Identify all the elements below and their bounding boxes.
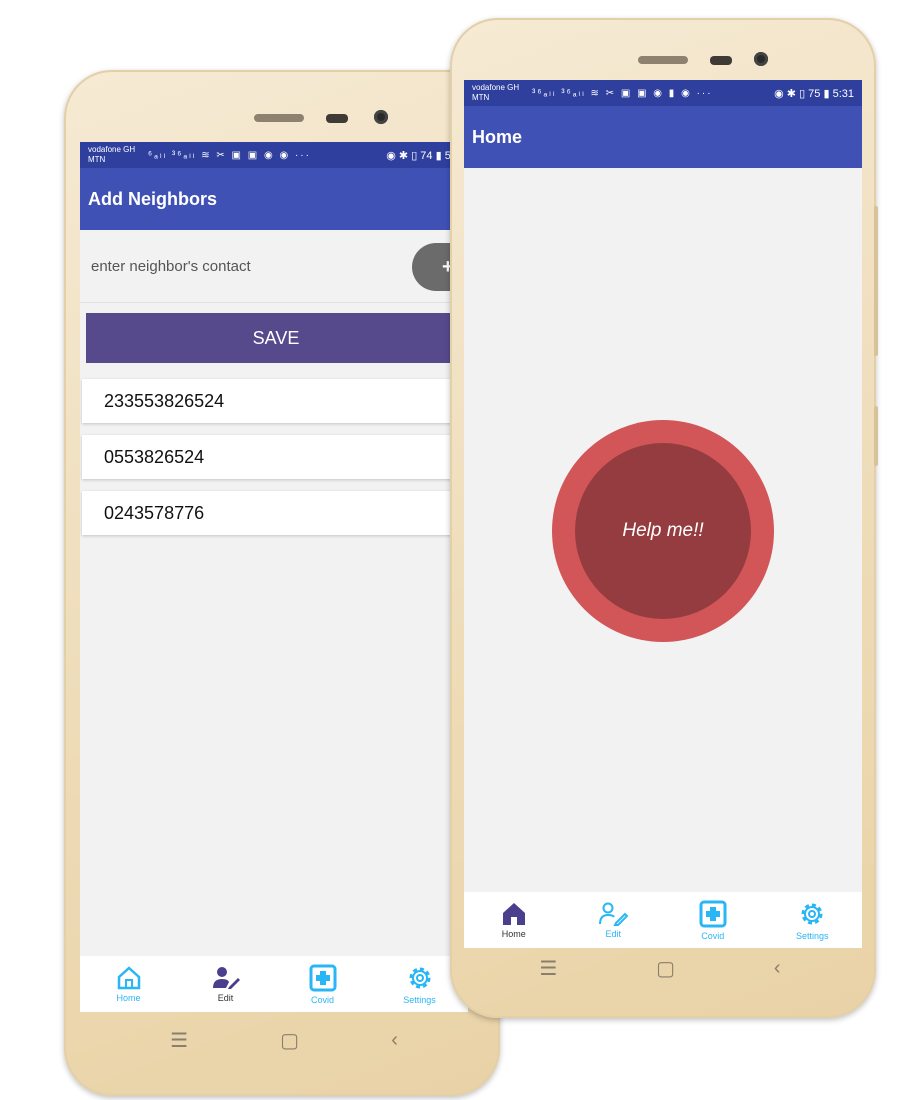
menu-key-icon[interactable]: ☰ — [170, 1028, 188, 1053]
nav-label: Edit — [605, 928, 621, 939]
status-icons: ⁶ₐₗₗ ³⁶ₐₗₗ ≋ ✂ ▣ ▣ ◉ ◉ ··· — [148, 149, 311, 161]
screen-add-neighbors: vodafone GH MTN ⁶ₐₗₗ ³⁶ₐₗₗ ≋ ✂ ▣ ▣ ◉ ◉ ·… — [80, 142, 468, 1012]
home-icon — [117, 965, 140, 989]
nav-label: Settings — [403, 994, 436, 1005]
app-bar: Home — [464, 106, 862, 168]
nav-label: Settings — [795, 930, 829, 941]
carrier-line2: MTN — [88, 155, 106, 164]
contact-input-row: enter neighbor's contact + — [80, 230, 468, 303]
screen-home: vodafone GH MTN ³⁶ₐₗₗ ³⁶ₐₗₗ ≋ ✂ ▣ ▣ ◉ ▮ … — [464, 80, 862, 948]
status-bar: vodafone GH MTN ³⁶ₐₗₗ ³⁶ₐₗₗ ≋ ✂ ▣ ▣ ◉ ▮ … — [464, 80, 862, 106]
sensor — [710, 56, 732, 65]
help-button[interactable]: Help me!! — [552, 420, 774, 642]
nav-label: Home — [116, 992, 141, 1003]
home-key-icon[interactable]: ▢ — [280, 1028, 299, 1053]
edit-user-icon — [599, 902, 629, 926]
status-icons: ³⁶ₐₗₗ ³⁶ₐₗₗ ≋ ✂ ▣ ▣ ◉ ▮ ◉ ··· — [532, 87, 713, 99]
contact-list-item: 0243578776 ✖ — [82, 491, 468, 535]
earpiece-speaker — [638, 56, 688, 64]
earpiece-speaker — [254, 114, 304, 122]
carrier-line1: vodafone GH — [88, 145, 136, 154]
nav-item-covid[interactable]: Covid — [274, 956, 371, 1012]
power-button — [874, 406, 878, 466]
volume-button — [874, 206, 878, 356]
nav-label: Covid — [701, 930, 725, 941]
edit-user-icon — [212, 966, 240, 989]
page-title: Home — [472, 126, 523, 147]
bottom-navigation: Home Edit Covid Settings — [80, 956, 468, 1012]
nav-label: Covid — [310, 994, 334, 1005]
home-key-icon[interactable]: ▢ — [656, 956, 675, 981]
contact-number: 0553826524 — [104, 447, 205, 467]
nav-item-edit[interactable]: Edit — [177, 956, 274, 1012]
contact-number: 0243578776 — [104, 503, 205, 523]
carrier-label: vodafone GH MTN — [88, 145, 148, 165]
gear-icon — [801, 903, 823, 924]
status-bar: vodafone GH MTN ⁶ₐₗₗ ³⁶ₐₗₗ ≋ ✂ ▣ ▣ ◉ ◉ ·… — [80, 142, 468, 168]
contact-number: 233553826524 — [104, 391, 225, 411]
front-camera — [374, 110, 388, 124]
carrier-line2: MTN — [472, 93, 490, 102]
phone-home: vodafone GH MTN ³⁶ₐₗₗ ³⁶ₐₗₗ ≋ ✂ ▣ ▣ ◉ ▮ … — [450, 18, 878, 1018]
status-right: ◉ ✱ ▯ 75 ▮ 5:31 — [774, 87, 854, 100]
contact-list-item: 0553826524 ✖ — [82, 435, 468, 479]
nav-item-home[interactable]: Home — [464, 892, 564, 948]
hardware-navigation: ☰ ▢ ‹ — [124, 1025, 444, 1055]
back-key-icon[interactable]: ‹ — [391, 1029, 398, 1052]
phone-add-neighbors: vodafone GH MTN ⁶ₐₗₗ ³⁶ₐₗₗ ≋ ✂ ▣ ▣ ◉ ◉ ·… — [64, 70, 500, 1096]
medical-plus-icon — [699, 900, 727, 927]
help-button-inner[interactable]: Help me!! — [575, 443, 751, 619]
save-button[interactable]: SAVE — [86, 313, 466, 363]
nav-item-home[interactable]: Home — [80, 956, 177, 1012]
carrier-label: vodafone GH MTN — [472, 83, 532, 103]
gear-icon — [409, 967, 430, 988]
nav-label: Edit — [217, 992, 234, 1003]
back-key-icon[interactable]: ‹ — [774, 957, 781, 980]
app-bar: Add Neighbors — [80, 168, 468, 230]
menu-key-icon[interactable]: ☰ — [539, 956, 557, 981]
page-title: Add Neighbors — [88, 188, 217, 209]
help-button-label: Help me!! — [622, 520, 704, 541]
contact-list-item: 233553826524 ✖ — [82, 379, 468, 423]
nav-item-covid[interactable]: Covid — [663, 892, 763, 948]
sensor — [326, 114, 348, 123]
front-camera — [754, 52, 768, 66]
nav-item-settings[interactable]: Settings — [763, 892, 863, 948]
carrier-line1: vodafone GH — [472, 83, 520, 92]
home-icon — [502, 902, 525, 925]
nav-label: Home — [501, 928, 526, 939]
neighbor-contact-input[interactable]: enter neighbor's contact — [91, 258, 251, 275]
medical-plus-icon — [309, 964, 336, 991]
bottom-navigation: Home Edit Covid Settings — [464, 892, 862, 948]
hardware-navigation: ☰ ▢ ‹ — [490, 953, 830, 983]
status-right: ◉ ✱ ▯ 74 ▮ 5:5 — [386, 149, 460, 162]
nav-item-edit[interactable]: Edit — [564, 892, 664, 948]
